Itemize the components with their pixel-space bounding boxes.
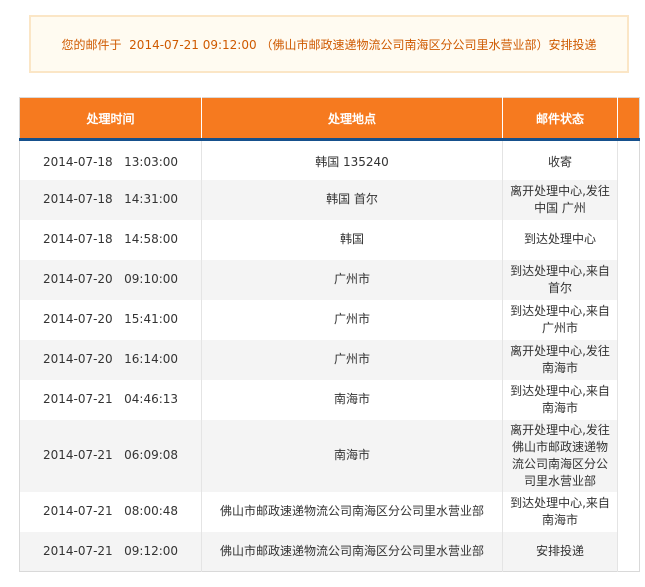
table-row: 2014-07-21 08:00:48 佛山市邮政速递物流公司南海区分公司里水营… <box>19 491 640 532</box>
cell-location: 广州市 <box>201 339 503 380</box>
status-text: 安排投递 <box>535 543 584 558</box>
table-row: 2014-07-20 15:41:00 广州市 到达处理中心,来自广州市 <box>19 299 640 340</box>
cell-time: 2014-07-18 14:58:00 <box>19 219 202 260</box>
cell-location: 南海市 <box>201 419 503 492</box>
table-row: 2014-07-20 16:14:00 广州市 离开处理中心,发往南海市 <box>19 339 640 380</box>
cell-time: 2014-07-20 15:41:00 <box>19 299 202 340</box>
header-spacer <box>617 97 640 141</box>
cell-time: 2014-07-18 13:03:00 <box>19 139 202 180</box>
tracking-table: 处理时间 处理地点 邮件状态 2014-07-18 13:03:00 韩国 13… <box>19 97 640 572</box>
delivery-notice: 您的邮件于 2014-07-21 09:12:00 （佛山市邮政速递物流公司南海… <box>29 15 629 73</box>
cell-location: 韩国 <box>201 219 503 260</box>
cell-location: 南海市 <box>201 379 503 420</box>
cell-status: 到达处理中心,来自广州市 <box>502 299 618 340</box>
header-status: 邮件状态 <box>502 97 618 141</box>
cell-time: 2014-07-21 08:00:48 <box>19 491 202 532</box>
cell-location: 广州市 <box>201 259 503 300</box>
cell-time: 2014-07-18 14:31:00 <box>19 179 202 220</box>
status-text: 收寄 <box>547 154 572 169</box>
cell-spacer <box>617 139 640 180</box>
table-row: 2014-07-20 09:10:00 广州市 到达处理中心,来自首尔 <box>19 259 640 300</box>
cell-status: 离开处理中心,发往南海市 <box>502 339 618 380</box>
cell-status: 到达处理中心,来自南海市 <box>502 491 618 532</box>
cell-status: 到达处理中心 <box>502 219 618 260</box>
cell-status: 离开处理中心,发往中国 广州 <box>502 179 618 220</box>
cell-time: 2014-07-21 04:46:13 <box>19 379 202 420</box>
table-row: 2014-07-21 06:09:08 南海市 离开处理中心,发往佛山市邮政速递… <box>19 419 640 492</box>
cell-spacer <box>617 179 640 220</box>
table-header-row: 处理时间 处理地点 邮件状态 <box>19 97 640 141</box>
header-location: 处理地点 <box>201 97 503 141</box>
status-text: 离开处理中心,发往中国 广州 <box>510 183 610 215</box>
status-text: 到达处理中心,来自南海市 <box>510 495 610 527</box>
cell-status: 到达处理中心,来自首尔 <box>502 259 618 300</box>
cell-location: 韩国 首尔 <box>201 179 503 220</box>
cell-location: 佛山市邮政速递物流公司南海区分公司里水营业部 <box>201 491 503 532</box>
header-time: 处理时间 <box>19 97 202 141</box>
status-text: 到达处理中心,来自南海市 <box>510 383 610 415</box>
delivery-notice-text: 您的邮件于 2014-07-21 09:12:00 （佛山市邮政速递物流公司南海… <box>61 37 597 52</box>
cell-location: 广州市 <box>201 299 503 340</box>
status-text: 离开处理中心,发往南海市 <box>510 343 610 375</box>
cell-location: 韩国 135240 <box>201 139 503 180</box>
cell-time: 2014-07-20 16:14:00 <box>19 339 202 380</box>
cell-time: 2014-07-21 09:12:00 <box>19 531 202 572</box>
cell-status: 收寄 <box>502 139 618 180</box>
table-row: 2014-07-18 13:03:00 韩国 135240 收寄 <box>19 139 640 180</box>
cell-spacer <box>617 491 640 532</box>
cell-status: 安排投递 <box>502 531 618 572</box>
status-text: 离开处理中心,发往佛山市邮政速递物流公司南海区分公司里水营业部 <box>510 422 610 488</box>
cell-status: 到达处理中心,来自南海市 <box>502 379 618 420</box>
table-row: 2014-07-18 14:58:00 韩国 到达处理中心 <box>19 219 640 260</box>
cell-spacer <box>617 259 640 300</box>
cell-location: 佛山市邮政速递物流公司南海区分公司里水营业部 <box>201 531 503 572</box>
cell-time: 2014-07-20 09:10:00 <box>19 259 202 300</box>
status-text: 到达处理中心 <box>523 232 596 246</box>
cell-spacer <box>617 299 640 340</box>
table-row: 2014-07-21 09:12:00 佛山市邮政速递物流公司南海区分公司里水营… <box>19 531 640 572</box>
cell-spacer <box>617 219 640 260</box>
table-row: 2014-07-21 04:46:13 南海市 到达处理中心,来自南海市 <box>19 379 640 420</box>
cell-spacer <box>617 379 640 420</box>
cell-spacer <box>617 339 640 380</box>
status-text: 到达处理中心,来自广州市 <box>510 303 610 335</box>
cell-spacer <box>617 531 640 572</box>
status-text: 到达处理中心,来自首尔 <box>510 263 610 295</box>
cell-spacer <box>617 419 640 492</box>
cell-time: 2014-07-21 06:09:08 <box>19 419 202 492</box>
cell-status: 离开处理中心,发往佛山市邮政速递物流公司南海区分公司里水营业部 <box>502 419 618 492</box>
table-row: 2014-07-18 14:31:00 韩国 首尔 离开处理中心,发往中国 广州 <box>19 179 640 220</box>
